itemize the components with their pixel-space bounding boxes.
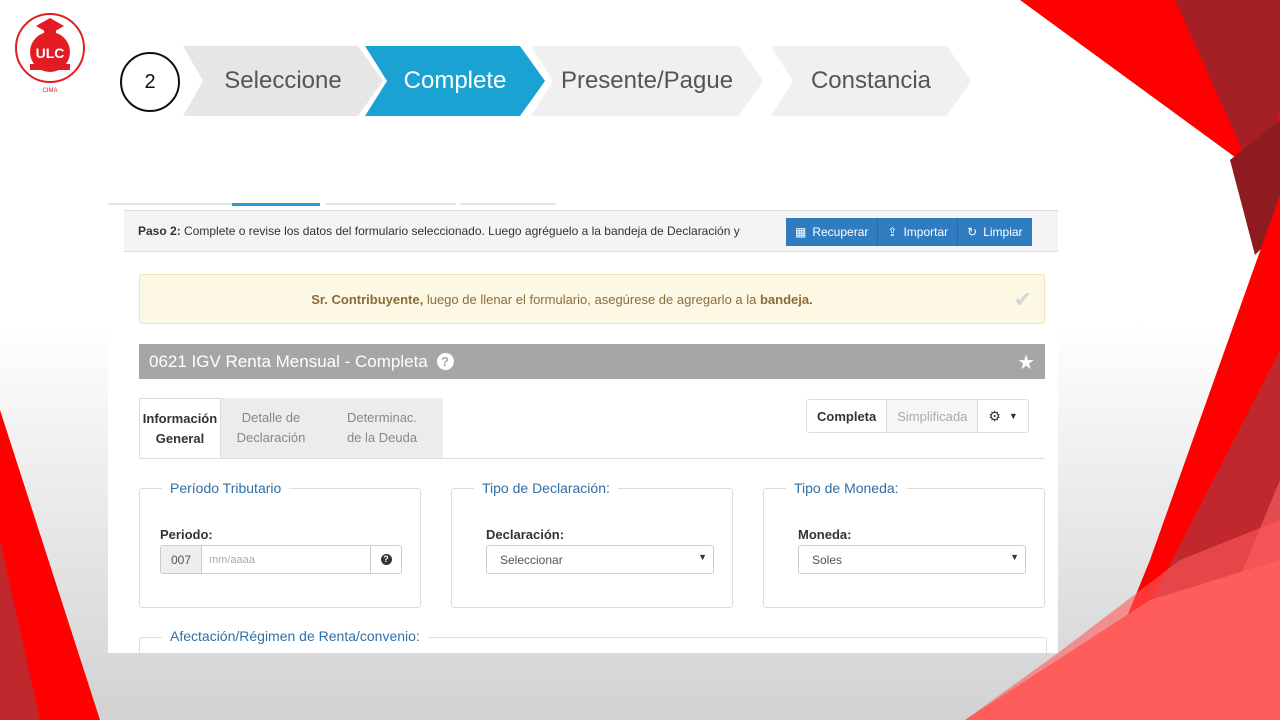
logo-text: ULC [36, 45, 65, 61]
wizard-step-label: Presente/Pague [560, 67, 734, 94]
form-title-bar: 0621 IGV Renta Mensual - Completa ? ★ [139, 344, 1045, 379]
wizard-step-seleccione[interactable]: Seleccione [183, 46, 383, 116]
refresh-icon: ↻ [967, 225, 978, 239]
step-instructions: Paso 2: Complete o revise los datos del … [138, 224, 778, 238]
gear-icon: ⚙ [988, 407, 1001, 424]
afectacion-legend: Afectación/Régimen de Renta/convenio: [162, 628, 428, 644]
form-title-text: 0621 IGV Renta Mensual - Completa [149, 352, 428, 371]
check-icon[interactable]: ✔ [1014, 287, 1032, 313]
top-tabs-line [108, 203, 1058, 206]
moneda-value: Soles [812, 553, 843, 567]
step-instructions-bar: Paso 2: Complete o revise los datos del … [124, 210, 1058, 252]
question-icon: ? [380, 554, 392, 565]
periodo-help-button[interactable]: ? [370, 546, 401, 573]
tipo-declaracion-legend: Tipo de Declaración: [474, 480, 618, 496]
recover-label: Recuperar [812, 225, 869, 239]
select-arrow-icon: ▼ [698, 552, 707, 562]
clear-label: Limpiar [983, 225, 1023, 239]
help-icon[interactable]: ? [436, 353, 454, 370]
upload-icon: ⇪ [887, 225, 898, 239]
periodo-input-group: 007 mm/aaaa ? [160, 545, 402, 574]
periodo-input[interactable]: mm/aaaa [202, 546, 370, 573]
alert-bold-end: bandeja. [759, 292, 813, 307]
logo-sub: CIMA [43, 88, 58, 94]
periodo-legend: Período Tributario [162, 480, 290, 496]
periodo-prefix: 007 [161, 546, 202, 573]
step-prefix: Paso 2: [138, 224, 181, 238]
wizard-step-label: Seleccione [224, 67, 342, 94]
periodo-label: Periodo: [160, 527, 213, 542]
tipo-moneda-fieldset: Tipo de Moneda: Moneda: Soles ▼ [763, 480, 1045, 608]
tab-informacion-general[interactable]: Información General [139, 398, 221, 458]
step-number: 2 [120, 52, 180, 112]
calendar-icon: ▦ [795, 225, 807, 239]
declaracion-select[interactable]: Seleccionar ▼ [486, 545, 714, 574]
declaracion-value: Seleccionar [500, 553, 563, 567]
caret-down-icon: ▼ [1008, 411, 1018, 421]
declaracion-label: Declaración: [486, 527, 565, 542]
import-label: Importar [903, 225, 949, 239]
form-mode-toggle: Completa Simplificada ⚙ ▼ [806, 399, 1029, 433]
settings-dropdown[interactable]: ⚙ ▼ [978, 400, 1027, 432]
tabs-underline [139, 458, 1045, 459]
wizard-step-label: Constancia [810, 67, 932, 94]
alert-message: Sr. Contribuyente, luego de llenar el fo… [110, 292, 1014, 307]
select-arrow-icon: ▼ [1010, 552, 1019, 562]
periodo-fieldset: Período Tributario Periodo: 007 mm/aaaa … [139, 480, 421, 608]
step-text: Complete o revise los datos del formular… [184, 224, 740, 238]
warning-alert: Sr. Contribuyente, luego de llenar el fo… [139, 274, 1045, 324]
recover-button[interactable]: ▦ Recuperar [786, 218, 879, 246]
wizard-step-complete[interactable]: Complete [365, 46, 545, 116]
wizard-step-constancia[interactable]: Constancia [771, 46, 971, 116]
university-logo: ULC CIMA [15, 13, 85, 94]
complete-mode-button[interactable]: Completa [807, 400, 888, 432]
simplified-mode-button[interactable]: Simplificada [887, 400, 979, 432]
tipo-moneda-legend: Tipo de Moneda: [786, 480, 907, 496]
clear-button[interactable]: ↻ Limpiar [958, 218, 1032, 246]
tab-detalle-declaracion[interactable]: Detalle de Declaración [221, 398, 321, 458]
form-title: 0621 IGV Renta Mensual - Completa ? [149, 352, 454, 372]
wizard-step-label: Complete [403, 67, 507, 94]
import-button[interactable]: ⇪ Importar [878, 218, 959, 246]
wizard-steps: Seleccione Complete Presente/Pague Const… [183, 46, 983, 116]
afectacion-fieldset: Afectación/Régimen de Renta/convenio: [139, 628, 1047, 653]
action-buttons: ▦ Recuperar ⇪ Importar ↻ Limpiar [786, 218, 1032, 246]
tab-determinacion-deuda[interactable]: Determinac. de la Deuda [321, 398, 443, 458]
moneda-label: Moneda: [798, 527, 852, 542]
star-icon[interactable]: ★ [1017, 350, 1035, 375]
form-screenshot: Paso 2: Complete o revise los datos del … [108, 40, 1058, 653]
wizard-step-presente-pague[interactable]: Presente/Pague [531, 46, 763, 116]
tipo-declaracion-fieldset: Tipo de Declaración: Declaración: Selecc… [451, 480, 733, 608]
alert-text: luego de llenar el formulario, asegúrese… [423, 292, 760, 307]
alert-strong: Sr. Contribuyente, [311, 292, 424, 307]
moneda-select[interactable]: Soles ▼ [798, 545, 1026, 574]
